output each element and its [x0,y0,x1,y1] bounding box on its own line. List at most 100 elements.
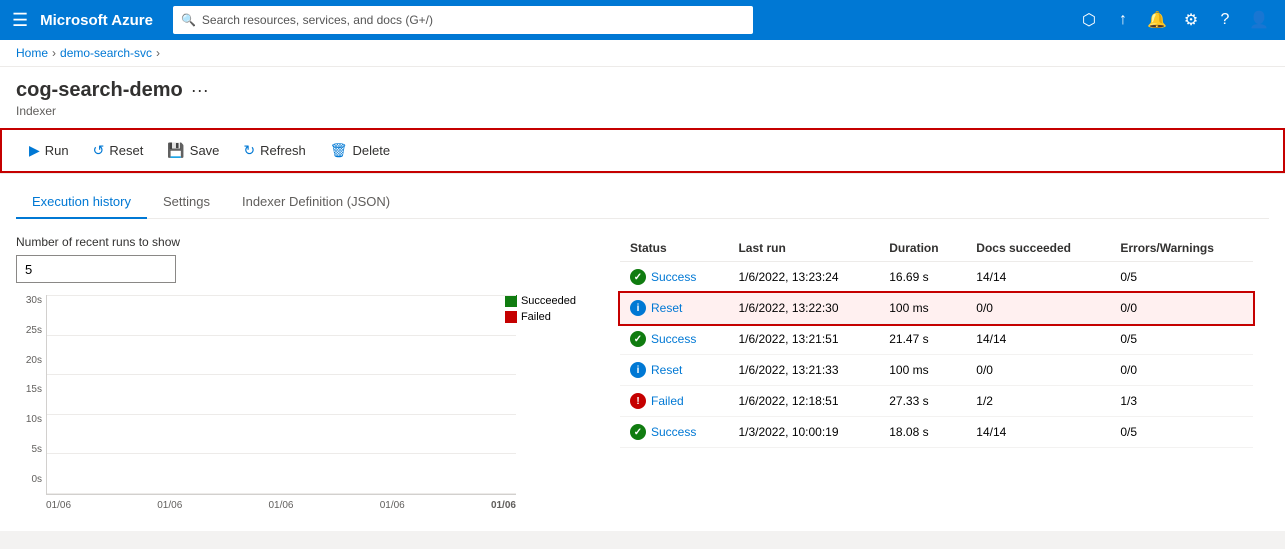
cell-last-run-5: 1/3/2022, 10:00:19 [728,417,879,448]
tab-execution-history[interactable]: Execution history [16,186,147,219]
status-badge-0: ✓ Success [630,269,718,285]
status-badge-5: ✓ Success [630,424,718,440]
cell-docs-4: 1/2 [966,386,1110,417]
run-button[interactable]: ▶ Run [18,136,80,165]
status-icon-success: ✓ [630,269,646,285]
delete-icon: 🗑 [330,142,348,159]
col-last-run: Last run [728,235,879,262]
cell-last-run-1: 1/6/2022, 13:22:30 [728,293,879,324]
tab-settings[interactable]: Settings [147,186,226,219]
page-subtitle: Indexer [16,104,1269,118]
runs-label: Number of recent runs to show [16,235,596,249]
cell-errors-2: 0/5 [1110,324,1253,355]
more-options-icon[interactable]: ··· [191,80,209,101]
status-badge-1: i Reset [630,300,718,316]
save-button[interactable]: 💾 Save [156,136,230,165]
execution-table: Status Last run Duration Docs succeeded … [620,235,1253,448]
nav-icons: ⬡ ↑ 🔔 ⚙ ? 👤 [1075,6,1273,34]
app-title: Microsoft Azure [40,12,153,29]
table-header: Status Last run Duration Docs succeeded … [620,235,1253,262]
table-row[interactable]: ✓ Success 1/6/2022, 13:23:24 16.69 s 14/… [620,262,1253,293]
chart-y-axis: 30s 25s 20s 15s 10s 5s 0s [16,295,46,485]
cell-docs-2: 14/14 [966,324,1110,355]
cloud-shell-icon[interactable]: ⬡ [1075,6,1103,34]
table-row[interactable]: ✓ Success 1/3/2022, 10:00:19 18.08 s 14/… [620,417,1253,448]
main-content: Execution history Settings Indexer Defin… [0,174,1285,531]
search-placeholder: Search resources, services, and docs (G+… [202,13,433,27]
col-status: Status [620,235,728,262]
status-icon-info: i [630,300,646,316]
search-icon: 🔍 [181,13,196,27]
breadcrumb: Home › demo-search-svc › [0,40,1285,67]
breadcrumb-home[interactable]: Home [16,46,48,60]
cell-duration-1: 100 ms [879,293,966,324]
reset-icon: ↺ [93,142,105,159]
page-header: cog-search-demo ··· Indexer ▶ Run ↺ Rese… [0,67,1285,174]
status-link-1[interactable]: Reset [651,301,682,315]
status-link-3[interactable]: Reset [651,363,682,377]
status-icon-success: ✓ [630,331,646,347]
settings-icon[interactable]: ⚙ [1177,6,1205,34]
cell-errors-0: 0/5 [1110,262,1253,293]
page-title: cog-search-demo [16,79,183,102]
runs-input[interactable] [16,255,176,283]
status-badge-2: ✓ Success [630,331,718,347]
breadcrumb-service[interactable]: demo-search-svc [60,46,152,60]
main-layout: Number of recent runs to show Succeeded … [16,235,1269,531]
tab-bar: Execution history Settings Indexer Defin… [16,174,1269,219]
status-badge-3: i Reset [630,362,718,378]
status-icon-info: i [630,362,646,378]
cell-status-0: ✓ Success [620,262,728,293]
legend-failed-label: Failed [521,311,551,323]
top-navigation: ☰ Microsoft Azure 🔍 Search resources, se… [0,0,1285,40]
cell-errors-3: 0/0 [1110,355,1253,386]
status-link-0[interactable]: Success [651,270,696,284]
tab-indexer-definition[interactable]: Indexer Definition (JSON) [226,186,406,219]
col-docs: Docs succeeded [966,235,1110,262]
col-errors: Errors/Warnings [1110,235,1253,262]
status-link-4[interactable]: Failed [651,394,684,408]
legend-succeeded-label: Succeeded [521,295,576,307]
help-icon[interactable]: ? [1211,6,1239,34]
table-row[interactable]: i Reset 1/6/2022, 13:21:33 100 ms 0/0 0/… [620,355,1253,386]
status-link-2[interactable]: Success [651,332,696,346]
delete-button[interactable]: 🗑 Delete [319,136,401,165]
chart-plot [46,295,516,495]
cell-status-5: ✓ Success [620,417,728,448]
hamburger-icon[interactable]: ☰ [12,10,28,31]
table-row[interactable]: i Reset 1/6/2022, 13:22:30 100 ms 0/0 0/… [620,293,1253,324]
refresh-button[interactable]: ↻ Refresh [232,136,316,165]
cell-duration-3: 100 ms [879,355,966,386]
table-row[interactable]: ! Failed 1/6/2022, 12:18:51 27.33 s 1/2 … [620,386,1253,417]
cell-docs-0: 14/14 [966,262,1110,293]
cell-status-1: i Reset [620,293,728,324]
cell-duration-2: 21.47 s [879,324,966,355]
toolbar: ▶ Run ↺ Reset 💾 Save ↻ Refresh 🗑 Delete [0,128,1285,173]
cell-status-4: ! Failed [620,386,728,417]
cell-duration-0: 16.69 s [879,262,966,293]
chart-container: Succeeded Failed 30s 25s 20s 15s 10s 5s … [16,295,576,515]
chart-area: Number of recent runs to show Succeeded … [16,235,596,515]
cell-docs-3: 0/0 [966,355,1110,386]
status-link-5[interactable]: Success [651,425,696,439]
run-icon: ▶ [29,142,40,159]
search-bar[interactable]: 🔍 Search resources, services, and docs (… [173,6,753,34]
cell-errors-1: 0/0 [1110,293,1253,324]
status-badge-4: ! Failed [630,393,718,409]
cell-last-run-2: 1/6/2022, 13:21:51 [728,324,879,355]
cell-status-2: ✓ Success [620,324,728,355]
status-icon-error: ! [630,393,646,409]
refresh-icon: ↻ [243,142,255,159]
chart-x-axis: 01/06 01/06 01/06 01/06 01/06 [46,495,516,515]
table-area: Status Last run Duration Docs succeeded … [620,235,1253,515]
cell-status-3: i Reset [620,355,728,386]
account-icon[interactable]: 👤 [1245,6,1273,34]
cell-last-run-3: 1/6/2022, 13:21:33 [728,355,879,386]
reset-button[interactable]: ↺ Reset [82,136,155,165]
feedback-icon[interactable]: ↑ [1109,6,1137,34]
cell-duration-5: 18.08 s [879,417,966,448]
cell-duration-4: 27.33 s [879,386,966,417]
table-row[interactable]: ✓ Success 1/6/2022, 13:21:51 21.47 s 14/… [620,324,1253,355]
cell-errors-5: 0/5 [1110,417,1253,448]
notification-icon[interactable]: 🔔 [1143,6,1171,34]
